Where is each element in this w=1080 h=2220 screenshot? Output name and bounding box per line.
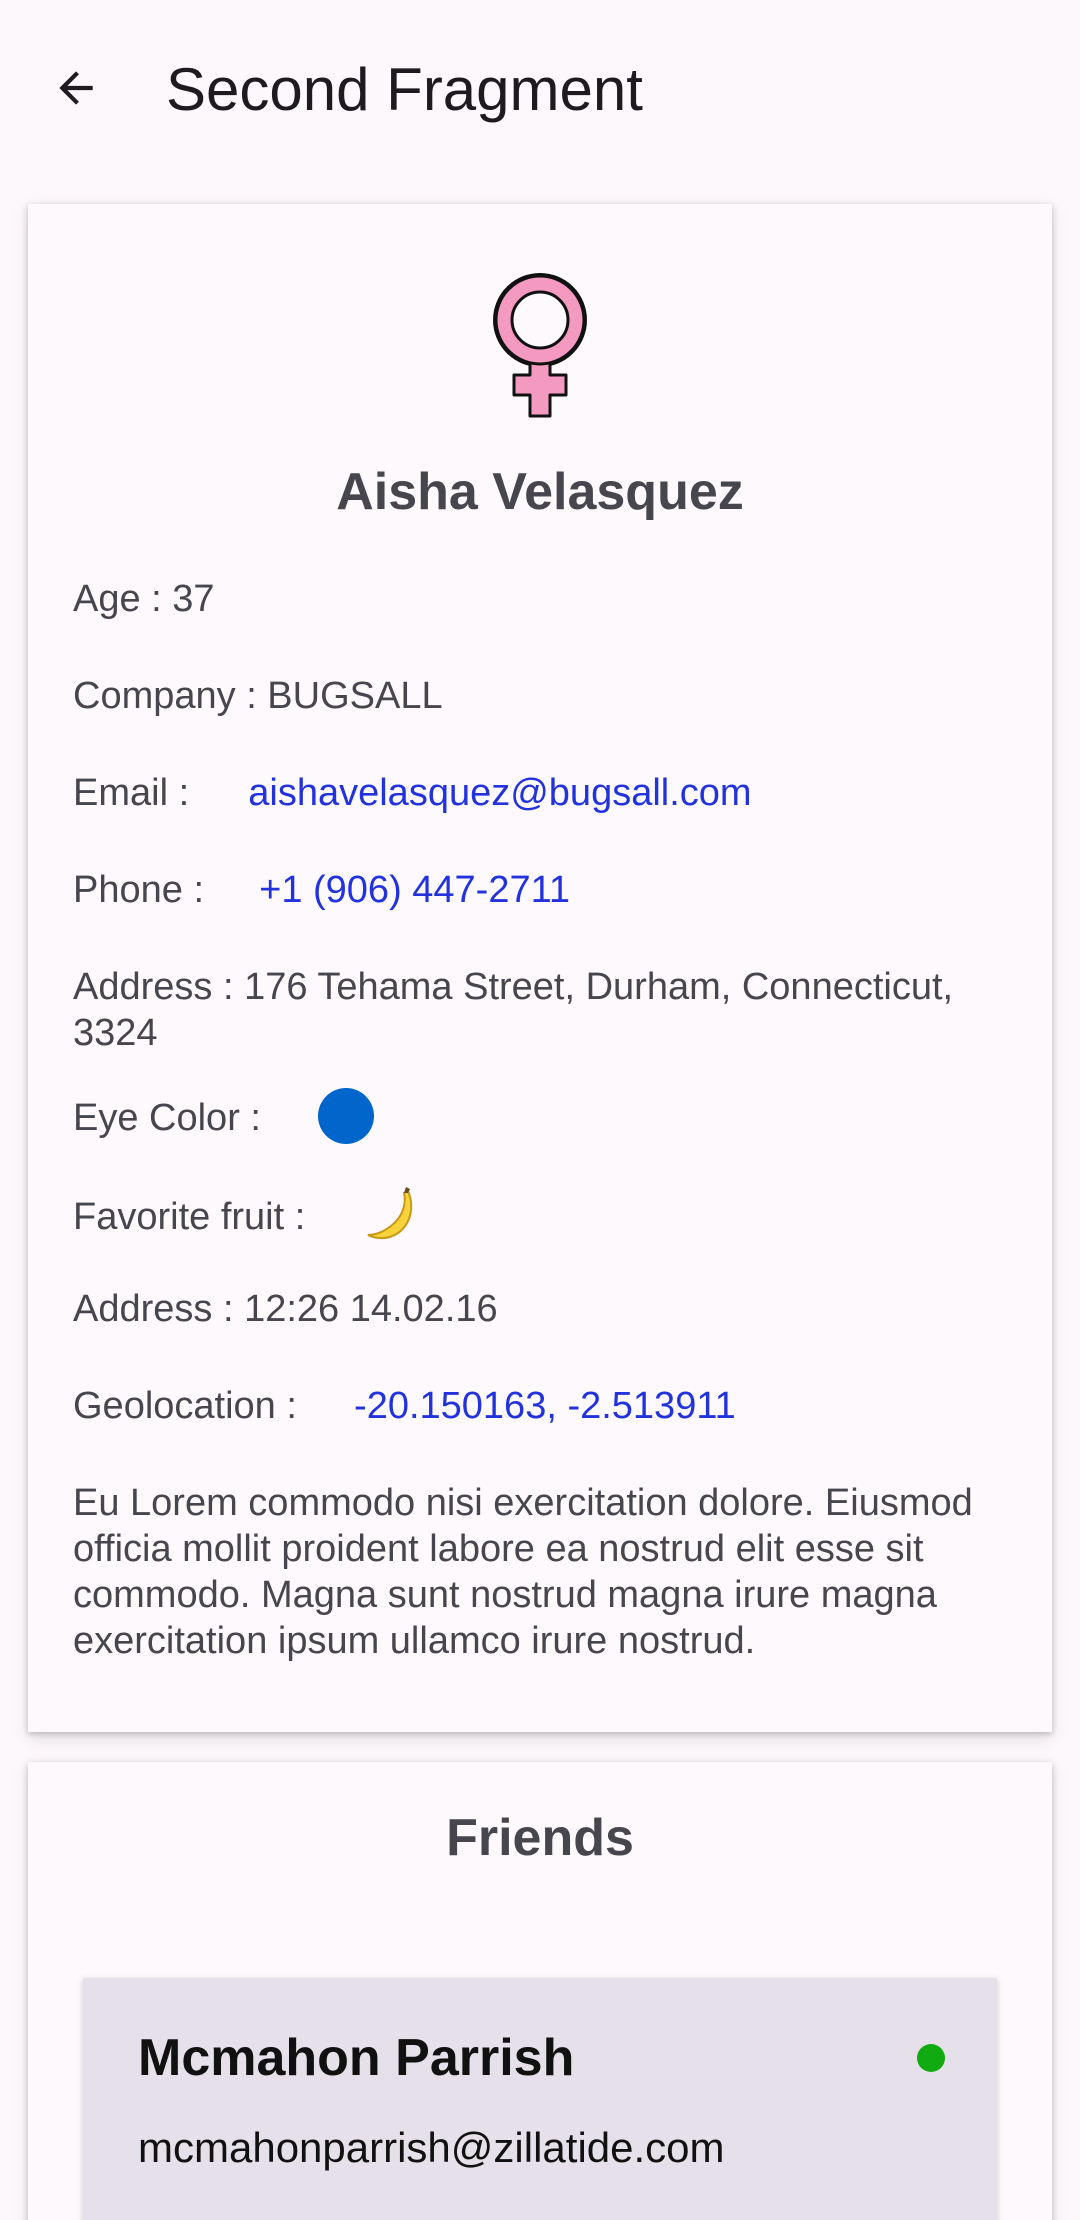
eye-color-row: Eye Color : <box>73 1088 375 1148</box>
about-text: Eu Lorem commodo nisi exercitation dolor… <box>73 1482 973 1662</box>
phone-row: Phone : +1 (906) 447-2711 <box>73 867 570 913</box>
top-app-bar: Second Fragment <box>0 0 1080 180</box>
online-status-indicator <box>917 2044 945 2072</box>
geolocation-row: Geolocation : -20.150163, -2.513911 <box>73 1383 736 1429</box>
geolocation-link[interactable]: -20.150163, -2.513911 <box>354 1385 736 1427</box>
address-text: Address : 176 Tehama Street, Durham, Con… <box>73 966 954 1054</box>
friends-card: Friends Mcmahon Parrish mcmahonparrish@z… <box>28 1762 1052 2220</box>
screen: Second Fragment Aisha Velasquez Age : 37… <box>0 0 1080 2220</box>
email-link[interactable]: aishavelasquez@bugsall.com <box>248 772 751 814</box>
page-title: Second Fragment <box>166 56 643 123</box>
email-label: Email : <box>73 772 190 814</box>
banana-icon <box>367 1187 413 1240</box>
profile-name: Aisha Velasquez <box>336 463 744 521</box>
eye-color-label: Eye Color : <box>73 1097 261 1140</box>
female-sign-icon <box>493 273 587 418</box>
back-button[interactable] <box>36 48 116 128</box>
geolocation-label: Geolocation : <box>73 1385 297 1427</box>
arrow-back-icon <box>59 71 93 105</box>
phone-label: Phone : <box>73 869 204 911</box>
profile-card: Aisha Velasquez Age : 37 Company : BUGSA… <box>28 204 1052 1732</box>
friends-title: Friends <box>446 1809 634 1867</box>
eye-color-swatch <box>318 1088 375 1144</box>
favorite-fruit-row: Favorite fruit : <box>73 1187 422 1249</box>
phone-link[interactable]: +1 (906) 447-2711 <box>259 869 570 911</box>
favorite-fruit-label: Favorite fruit : <box>73 1196 306 1239</box>
friend-list-item[interactable]: Mcmahon Parrish mcmahonparrish@zillatide… <box>83 1978 997 2220</box>
company-text: Company : BUGSALL <box>73 675 443 717</box>
friend-email: mcmahonparrish@zillatide.com <box>138 2124 725 2171</box>
friend-name: Mcmahon Parrish <box>138 2029 575 2087</box>
email-row: Email : aishavelasquez@bugsall.com <box>73 770 752 816</box>
registered-text: Address : 12:26 14.02.16 <box>73 1288 498 1330</box>
age-text: Age : 37 <box>73 578 215 620</box>
